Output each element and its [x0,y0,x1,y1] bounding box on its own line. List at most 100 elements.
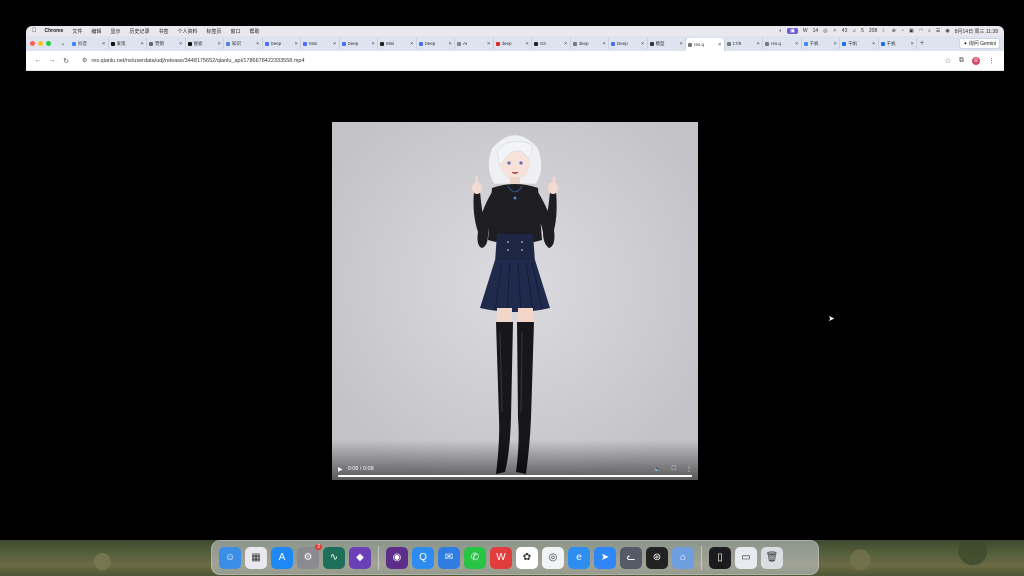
browser-tab[interactable]: 知识 ✕ [224,38,263,49]
reload-button[interactable]: ↻ [59,57,73,65]
menu-window[interactable]: 窗口 [231,28,241,35]
browser-tab[interactable]: 17/8 ✕ [725,38,763,49]
tray-icon[interactable]: ✧ [833,28,837,34]
browser-tab[interactable]: res.q ✕ [686,38,725,51]
dock-simulator-icon[interactable]: ⌂ [672,546,694,569]
close-tab-icon[interactable]: ✕ [371,41,375,47]
video-progress-bar[interactable] [338,475,692,477]
tray-icon[interactable]: ▣ [909,28,914,34]
dock-system-settings-icon[interactable]: ⚙ 2 [297,543,322,569]
bookmark-star-icon[interactable]: ☆ [945,57,951,65]
menu-file[interactable]: 文件 [72,28,82,35]
tray-icon[interactable]: ◎ [823,28,827,34]
new-tab-button[interactable]: + [920,40,924,47]
minimize-window-button[interactable] [38,41,43,46]
menu-edit[interactable]: 编辑 [91,28,101,35]
dock-tor-browser-icon[interactable]: ◉ [386,546,408,569]
browser-tab[interactable]: Mini ✕ [301,38,340,49]
close-tab-icon[interactable]: ✕ [525,41,529,47]
close-window-button[interactable] [30,41,35,46]
maximize-window-button[interactable] [46,41,51,46]
play-button[interactable]: ▶ [338,466,343,473]
browser-tab[interactable]: res.q ✕ [763,38,802,49]
browser-tab[interactable]: Deep ✕ [417,38,455,49]
volume-icon[interactable]: 🔈 [654,466,661,473]
browser-tab[interactable]: deep ✕ [494,38,532,49]
menu-help[interactable]: 帮助 [250,28,260,35]
browser-tab[interactable]: 营销 ✕ [147,38,186,49]
close-tab-icon[interactable]: ✕ [872,41,876,47]
dock-app-store-icon[interactable]: A [271,546,293,569]
chrome-menu-icon[interactable]: ⋮ [988,57,995,65]
menu-tab[interactable]: 标签页 [207,28,222,35]
browser-tab[interactable]: Deep ✕ [340,38,378,49]
close-tab-icon[interactable]: ✕ [833,41,837,47]
dock-wechat-icon[interactable]: ✆ [464,546,486,569]
extensions-icon[interactable]: ⧉ [959,57,964,65]
dock-finder-icon[interactable]: ☺ [219,546,241,569]
close-tab-icon[interactable]: ✕ [487,41,491,47]
dock-chrome-icon[interactable]: ◎ [542,546,564,569]
forward-button[interactable]: → [45,57,59,64]
menu-profiles[interactable]: 个人资料 [177,28,197,35]
browser-tab[interactable]: Mini ✕ [378,38,417,49]
browser-tab[interactable]: 千帆 ✕ [879,38,917,49]
close-tab-icon[interactable]: ✕ [333,41,337,47]
ask-gemini-button[interactable]: ✦ 询问 Gemini [959,38,1000,49]
dock-send-icon[interactable]: ➤ [594,546,616,569]
tray-count-43[interactable]: 43 [842,28,848,34]
address-bar[interactable]: ⚙ res.qianlu.net/ns/userdata/udj/release… [77,54,945,67]
back-button[interactable]: ← [31,57,45,64]
tab-search-chevron-icon[interactable]: ⌄ [59,40,67,47]
tray-count-14[interactable]: 14 [813,28,819,34]
dock-trash-icon[interactable]: 🗑 [761,546,783,569]
tray-icon[interactable]: W [803,28,808,34]
close-tab-icon[interactable]: ✕ [795,41,799,47]
apple-menu-icon[interactable]:  [32,28,37,34]
dock-obsidian-icon[interactable]: ◆ [349,546,371,569]
close-tab-icon[interactable]: ✕ [564,41,568,47]
tray-count-208[interactable]: 208 [869,28,877,34]
close-tab-icon[interactable]: ✕ [448,41,452,47]
menu-history[interactable]: 历史记录 [129,28,149,35]
video-player[interactable]: ▶ 0:08 / 0:08 🔈 ⛶ ⋮ [332,122,698,480]
dock-finder-window-icon[interactable]: ▭ [735,546,757,569]
tray-icon[interactable]: ◐ [779,28,782,34]
more-options-icon[interactable]: ⋮ [686,466,692,473]
dock-cat-app-icon[interactable]: ᓚ [620,546,642,569]
browser-tab[interactable]: deep ✕ [571,38,609,49]
app-menu-chrome[interactable]: Chrome [45,28,64,34]
tray-icon[interactable]: ◉ [945,28,949,34]
dock-chatgpt-alt-icon[interactable]: ⊛ [646,546,668,569]
search-icon[interactable]: ⌕ [928,28,931,34]
site-info-icon[interactable]: ⚙ [82,57,87,64]
close-tab-icon[interactable]: ✕ [256,41,260,47]
browser-tab[interactable]: 搜索 ✕ [186,38,224,49]
close-tab-icon[interactable]: ✕ [410,41,414,47]
browser-tab[interactable]: Deep ✕ [609,38,648,49]
browser-tab[interactable]: 发现 ✕ [109,38,147,49]
menu-view[interactable]: 显示 [110,28,120,35]
control-center-icon[interactable]: ☰ [936,28,940,34]
dock-quark-icon[interactable]: Q [412,546,434,569]
fullscreen-icon[interactable]: ⛶ [672,466,676,473]
browser-tab[interactable]: 模型 ✕ [648,38,686,49]
browser-tab[interactable]: Git ✕ [532,38,571,49]
close-tab-icon[interactable]: ✕ [679,41,683,47]
dock-mail-icon[interactable]: ✉ [438,546,460,569]
dock-launchpad-icon[interactable]: ▦ [245,546,267,569]
browser-tab[interactable]: Deep ✕ [263,38,301,49]
dock-chatgpt-icon[interactable]: ✿ [516,546,538,569]
menu-bookmarks[interactable]: 书签 [158,28,168,35]
address-url[interactable]: res.qianlu.net/ns/userdata/udj/release/3… [91,58,304,64]
tray-icon[interactable]: ⊕ [892,28,896,34]
close-tab-icon[interactable]: ✕ [718,42,722,48]
browser-tab[interactable]: 抖音 ✕ [70,38,109,49]
close-tab-icon[interactable]: ✕ [102,41,106,47]
tray-count-5[interactable]: 5 [861,28,864,34]
dock-edge-browser-icon[interactable]: e [568,546,590,569]
tray-icon[interactable]: ◔ [901,28,904,34]
browser-tab[interactable]: 千帆 ✕ [840,38,879,49]
dock-activity-icon[interactable]: ∿ [323,546,345,569]
close-tab-icon[interactable]: ✕ [140,41,144,47]
